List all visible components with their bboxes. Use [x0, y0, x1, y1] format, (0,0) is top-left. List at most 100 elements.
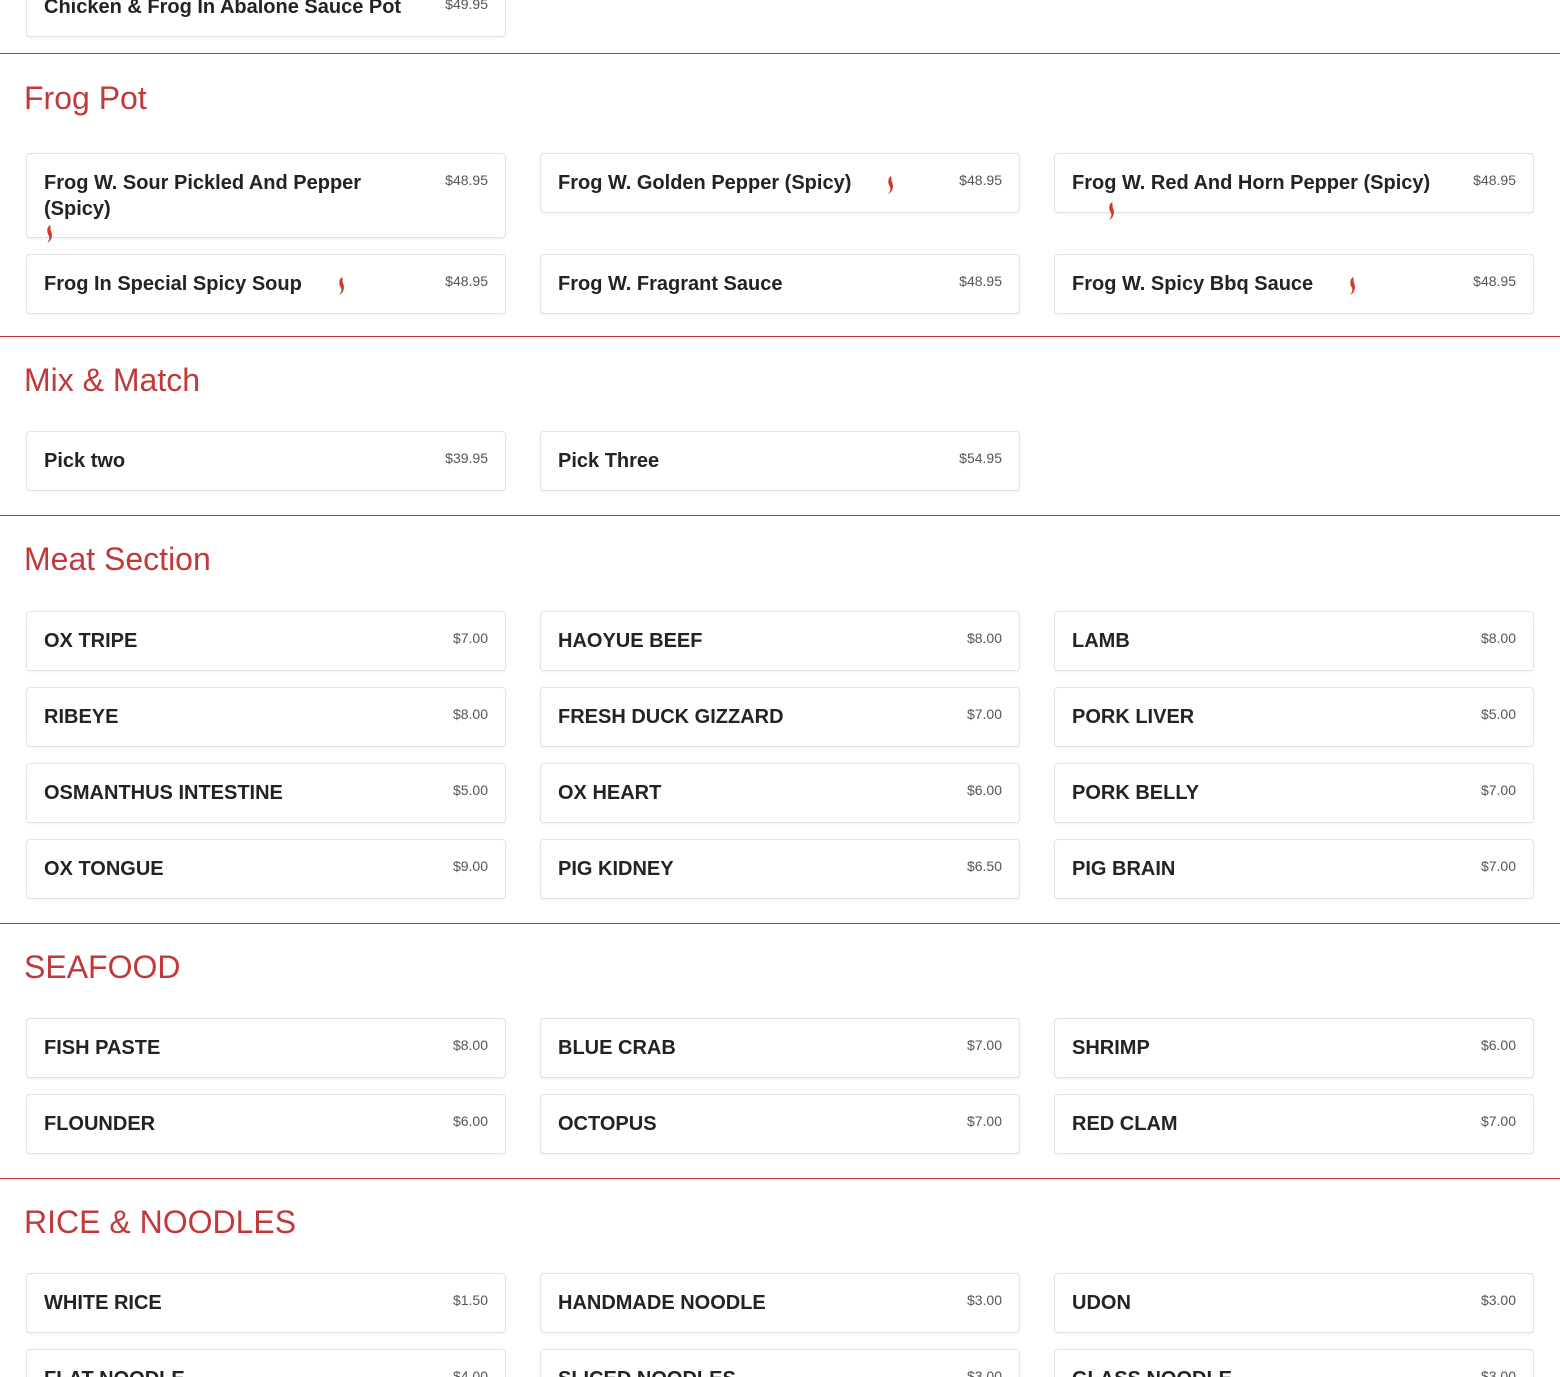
menu-item-name: Frog W. Golden Pepper (Spicy) — [558, 170, 1002, 196]
menu-item-name: GLASS NOODLE — [1072, 1366, 1516, 1377]
menu-item-card[interactable]: FRESH DUCK GIZZARD $7.00 — [540, 687, 1020, 747]
menu-item-name: OX TONGUE — [44, 858, 164, 880]
menu-item-card[interactable]: Pick two $39.95 — [26, 431, 506, 491]
menu-item-card[interactable]: PORK BELLY $7.00 — [1054, 763, 1534, 823]
menu-item-card[interactable]: OX TONGUE $9.00 — [26, 839, 506, 899]
menu-item-name: BLUE CRAB — [558, 1037, 676, 1059]
menu-item-card[interactable]: Chicken & Frog In Abalone Sauce Pot $49.… — [26, 0, 506, 37]
chili-pepper-icon — [44, 224, 54, 244]
menu-item-price: $7.00 — [1480, 1113, 1516, 1129]
menu-item-name: WHITE RICE — [44, 1292, 162, 1314]
menu-item-card[interactable]: OX TRIPE $7.00 — [26, 611, 506, 671]
menu-item-price: $48.95 — [959, 172, 1002, 188]
menu-item-card[interactable]: Frog W. Golden Pepper (Spicy) $48.95 — [540, 153, 1020, 213]
menu-item-card[interactable]: OX HEART $6.00 — [540, 763, 1020, 823]
menu-item-price: $3.00 — [1480, 1292, 1516, 1308]
menu-item-card[interactable]: HANDMADE NOODLE $3.00 — [540, 1273, 1020, 1333]
menu-item-name: UDON — [1072, 1292, 1131, 1314]
menu-item-card[interactable]: RED CLAM $7.00 — [1054, 1094, 1534, 1154]
menu-item-price: $7.00 — [1480, 782, 1516, 798]
menu-item-card[interactable]: UDON $3.00 — [1054, 1273, 1534, 1333]
menu-item-name: PIG BRAIN — [1072, 858, 1176, 880]
menu-item-price: $3.00 — [966, 1292, 1002, 1308]
menu-item-card[interactable]: Frog W. Fragrant Sauce $48.95 — [540, 254, 1020, 314]
menu-item-price: $48.95 — [1473, 273, 1516, 289]
menu-item-price: $6.00 — [966, 782, 1002, 798]
section-title: Mix & Match — [24, 362, 201, 398]
menu-item-card[interactable]: LAMB $8.00 — [1054, 611, 1534, 671]
menu-item-card[interactable]: SHRIMP $6.00 — [1054, 1018, 1534, 1078]
menu-grid: Frog W. Sour Pickled And Pepper (Spicy) … — [0, 153, 1560, 314]
menu-item-price: $7.00 — [452, 630, 488, 646]
menu-item-name: OX TRIPE — [44, 630, 138, 652]
menu-item-price: $49.95 — [445, 0, 488, 12]
chili-pepper-icon — [1106, 201, 1116, 221]
section-mix-and-match: Mix & Match Pick two $39.95 Pick Three $… — [0, 336, 1560, 515]
menu-item-name: HAOYUE BEEF — [558, 630, 703, 652]
menu-item-card[interactable]: WHITE RICE $1.50 — [26, 1273, 506, 1333]
menu-item-card[interactable]: Frog W. Spicy Bbq Sauce $48.95 — [1054, 254, 1534, 314]
menu-item-card[interactable]: FLOUNDER $6.00 — [26, 1094, 506, 1154]
menu-item-card[interactable]: PIG BRAIN $7.00 — [1054, 839, 1534, 899]
previous-section-tail: Chicken & Frog In Abalone Sauce Pot $49.… — [0, 0, 1560, 53]
menu-item-name: SLICED NOODLES — [558, 1366, 1002, 1377]
menu-item-name: Frog W. Red And Horn Pepper (Spicy) — [1072, 170, 1516, 222]
menu-item-card[interactable]: Frog In Special Spicy Soup $48.95 — [26, 254, 506, 314]
menu-item-card[interactable]: OSMANTHUS INTESTINE $5.00 — [26, 763, 506, 823]
menu-item-price: $7.00 — [966, 706, 1002, 722]
menu-grid: Pick two $39.95 Pick Three $54.95 — [0, 431, 1560, 491]
menu-item-price: $48.95 — [959, 273, 1002, 289]
menu-item-name: SHRIMP — [1072, 1037, 1150, 1059]
menu-item-card[interactable]: FISH PASTE $8.00 — [26, 1018, 506, 1078]
menu-item-price: $8.00 — [1480, 630, 1516, 646]
menu-item-card[interactable]: HAOYUE BEEF $8.00 — [540, 611, 1020, 671]
menu-item-price: $8.00 — [452, 1037, 488, 1053]
menu-item-name: FISH PASTE — [44, 1037, 161, 1059]
menu-item-price: $48.95 — [445, 172, 488, 188]
section-title: Meat Section — [24, 541, 211, 577]
menu-item-name: Frog In Special Spicy Soup — [44, 271, 488, 297]
menu-item-price: $5.00 — [1480, 706, 1516, 722]
menu-grid: Chicken & Frog In Abalone Sauce Pot $49.… — [0, 0, 1560, 37]
menu-item-price: $39.95 — [445, 450, 488, 466]
section-seafood: SEAFOOD FISH PASTE $8.00 BLUE CRAB $7.00 S… — [0, 923, 1560, 1178]
menu-item-card[interactable]: Frog W. Sour Pickled And Pepper (Spicy) … — [26, 153, 506, 243]
menu-item-price: $3.00 — [1480, 1368, 1516, 1377]
menu-item-name: OCTOPUS — [558, 1113, 657, 1135]
menu-item-card[interactable]: BLUE CRAB $7.00 — [540, 1018, 1020, 1078]
menu-item-price: $8.00 — [966, 630, 1002, 646]
menu-item-price: $5.00 — [452, 782, 488, 798]
menu-item-price: $8.00 — [452, 706, 488, 722]
menu-item-card[interactable]: RIBEYE $8.00 — [26, 687, 506, 747]
menu-item-card[interactable]: Frog W. Red And Horn Pepper (Spicy) $48.… — [1054, 153, 1534, 220]
menu-item-price: $1.50 — [452, 1292, 488, 1308]
section-title: SEAFOOD — [24, 949, 181, 985]
section-title: RICE & NOODLES — [24, 1204, 297, 1240]
menu-item-name: PORK LIVER — [1072, 706, 1195, 728]
menu-item-card[interactable]: GLASS NOODLE$3.00 — [1054, 1349, 1534, 1377]
menu-item-name: Frog W. Spicy Bbq Sauce — [1072, 271, 1516, 297]
menu-item-card[interactable]: OCTOPUS $7.00 — [540, 1094, 1020, 1154]
menu-item-name: Pick two — [44, 450, 126, 472]
chili-pepper-icon — [1347, 276, 1357, 296]
menu-item-price: $7.00 — [966, 1113, 1002, 1129]
menu-item-card[interactable]: Pick Three $54.95 — [540, 431, 1020, 491]
menu-item-name: PORK BELLY — [1072, 782, 1200, 804]
menu-item-name: HANDMADE NOODLE — [558, 1292, 766, 1314]
menu-item-name: PIG KIDNEY — [558, 858, 674, 880]
menu-item-name: RIBEYE — [44, 706, 119, 728]
menu-item-name: OSMANTHUS INTESTINE — [44, 782, 283, 804]
menu-item-name: Chicken & Frog In Abalone Sauce Pot — [44, 0, 402, 18]
menu-grid: OX TRIPE $7.00 HAOYUE BEEF $8.00 LAMB $8.00… — [0, 611, 1560, 899]
section-frog-pot: Frog Pot Frog W. Sour Pickled And Pepper… — [0, 53, 1560, 336]
menu-item-price: $9.00 — [452, 858, 488, 874]
menu-item-price: $3.00 — [966, 1368, 1002, 1377]
menu-item-price: $4.00 — [452, 1368, 488, 1377]
section-meat: Meat Section OX TRIPE $7.00 HAOYUE BEEF $8… — [0, 515, 1560, 923]
menu-item-card[interactable]: SLICED NOODLES$3.00 — [540, 1349, 1020, 1377]
menu-item-name: FRESH DUCK GIZZARD — [558, 706, 784, 728]
menu-item-card[interactable]: PIG KIDNEY $6.50 — [540, 839, 1020, 899]
menu-item-card[interactable]: FLAT NOODLE$4.00 — [26, 1349, 506, 1377]
menu-page: Chicken & Frog In Abalone Sauce Pot $49.… — [0, 0, 1560, 1377]
menu-item-card[interactable]: PORK LIVER $5.00 — [1054, 687, 1534, 747]
